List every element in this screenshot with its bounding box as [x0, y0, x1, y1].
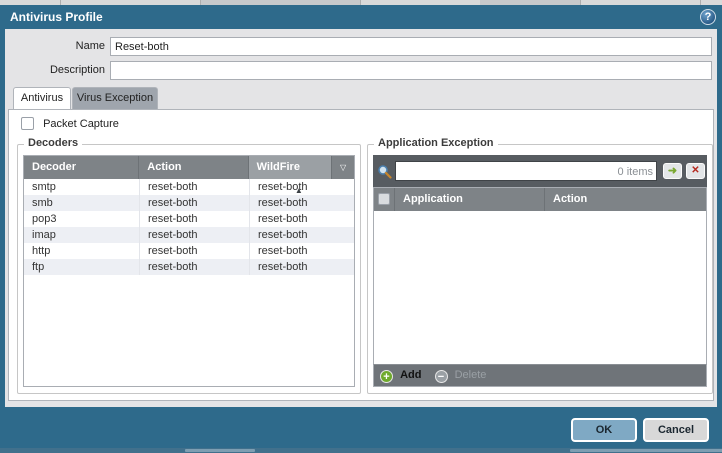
- column-menu-icon[interactable]: ▽: [332, 156, 354, 179]
- description-label: Description: [5, 64, 105, 76]
- packet-capture-row: Packet Capture: [21, 117, 119, 131]
- help-icon[interactable]: ?: [700, 9, 716, 25]
- application-search-toolbar: 0 items ➜ ✕: [373, 155, 707, 187]
- name-label: Name: [5, 40, 105, 52]
- name-field[interactable]: [110, 37, 712, 56]
- table-row[interactable]: imap reset-both reset-both: [24, 227, 354, 243]
- items-count-badge: 0 items: [603, 166, 653, 178]
- antivirus-tab-panel: Packet Capture Decoders Decoder Action W…: [8, 109, 714, 401]
- decoders-table-header: Decoder Action WildFire Action▲ ▽: [24, 156, 354, 179]
- dialog-titlebar: Antivirus Profile ?: [0, 5, 722, 29]
- column-header-application[interactable]: Application: [395, 188, 545, 211]
- screen: Antivirus Profile ? Name Description Ant…: [0, 0, 722, 453]
- column-header-wildfire-action[interactable]: WildFire Action▲: [249, 156, 333, 179]
- background-page-bottom: [0, 448, 722, 453]
- column-header-app-action[interactable]: Action: [545, 188, 706, 211]
- tab-virus-exception[interactable]: Virus Exception: [72, 87, 158, 109]
- decoders-table: Decoder Action WildFire Action▲ ▽ smtp r…: [23, 155, 355, 387]
- application-table-header: Application Action: [374, 188, 706, 211]
- table-row[interactable]: pop3 reset-both reset-both: [24, 211, 354, 227]
- decoders-fieldset: Decoders Decoder Action WildFire Action▲…: [17, 144, 361, 394]
- application-exception-legend: Application Exception: [374, 137, 498, 149]
- table-row[interactable]: ftp reset-both reset-both: [24, 259, 354, 275]
- clear-filter-icon[interactable]: ✕: [686, 163, 705, 179]
- ok-button[interactable]: OK: [571, 418, 637, 442]
- description-field[interactable]: [110, 61, 712, 80]
- packet-capture-label: Packet Capture: [43, 118, 119, 130]
- application-exception-table: Application Action: [373, 187, 707, 364]
- decoders-legend: Decoders: [24, 137, 82, 149]
- dialog-title: Antivirus Profile: [10, 10, 103, 24]
- table-row[interactable]: smb reset-both reset-both: [24, 195, 354, 211]
- antivirus-profile-dialog: Antivirus Profile ? Name Description Ant…: [0, 5, 722, 448]
- dialog-footer: OK Cancel: [0, 407, 722, 448]
- column-header-action[interactable]: Action: [139, 156, 248, 179]
- search-icon: [377, 164, 392, 179]
- application-table-footer: + Add − Delete: [373, 364, 707, 387]
- add-plus-icon: +: [380, 370, 393, 383]
- cancel-button[interactable]: Cancel: [643, 418, 709, 442]
- apply-filter-icon[interactable]: ➜: [663, 163, 682, 179]
- table-row[interactable]: smtp reset-both reset-both: [24, 179, 354, 195]
- dialog-body: Name Description Antivirus Virus Excepti…: [5, 29, 717, 407]
- column-header-decoder[interactable]: Decoder: [24, 156, 139, 179]
- select-all-checkbox[interactable]: [374, 188, 395, 211]
- delete-button[interactable]: − Delete: [435, 369, 487, 381]
- application-exception-fieldset: Application Exception 0 items ➜ ✕: [367, 144, 713, 394]
- tab-antivirus[interactable]: Antivirus: [13, 87, 71, 109]
- delete-minus-icon: −: [435, 370, 448, 383]
- add-button[interactable]: + Add: [380, 369, 425, 381]
- packet-capture-checkbox[interactable]: [21, 117, 34, 130]
- table-row[interactable]: http reset-both reset-both: [24, 243, 354, 259]
